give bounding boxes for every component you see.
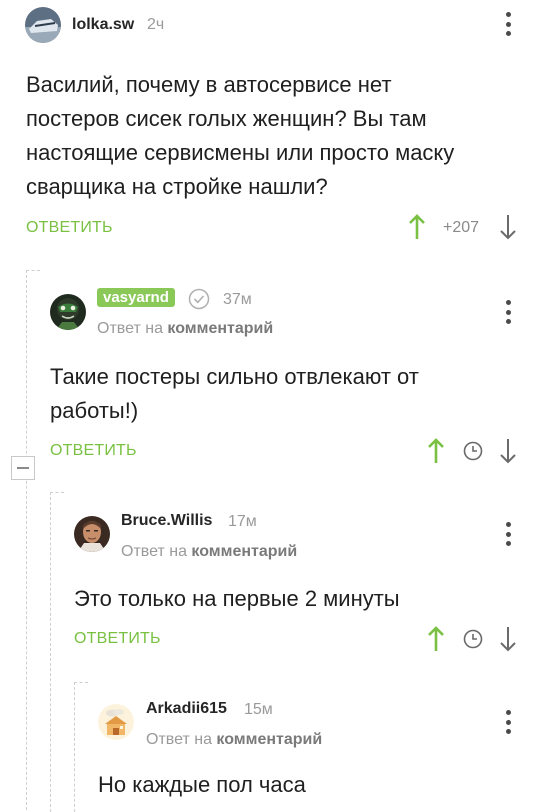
- more-options-icon[interactable]: [505, 300, 511, 324]
- username[interactable]: lolka.sw: [72, 16, 134, 34]
- more-options-icon[interactable]: [505, 710, 511, 734]
- username[interactable]: vasyarnd: [97, 288, 175, 307]
- downvote-arrow-icon[interactable]: [499, 214, 517, 240]
- more-options-icon[interactable]: [505, 12, 511, 36]
- collapse-thread-button[interactable]: [11, 456, 35, 480]
- comment-time: 2ч: [147, 16, 165, 33]
- reply-to-target[interactable]: комментарий: [167, 320, 273, 337]
- reply-to-prefix: Ответ на: [146, 731, 212, 748]
- thread-line-level2: [50, 492, 51, 812]
- car-avatar-icon[interactable]: [25, 7, 61, 43]
- text-line: Но каждые пол часа: [98, 772, 306, 797]
- text-line: постеров сисек голых женщин? Вы там: [26, 106, 427, 131]
- house-avatar-icon[interactable]: [98, 704, 134, 740]
- upvote-arrow-icon[interactable]: [408, 214, 426, 240]
- comment-time: 15м: [244, 701, 273, 718]
- more-options-icon[interactable]: [505, 522, 511, 546]
- reply-to-prefix: Ответ на: [97, 320, 163, 337]
- upvote-arrow-icon[interactable]: [427, 438, 445, 464]
- username[interactable]: Arkadii615: [146, 700, 227, 718]
- thread-branch-level3: [74, 682, 88, 683]
- thread-branch-level2: [50, 492, 64, 493]
- text-line: настоящие сервисмены или просто маску: [26, 140, 455, 165]
- mask-avatar-icon[interactable]: [50, 294, 86, 330]
- reply-button[interactable]: ОТВЕТИТЬ: [74, 630, 161, 648]
- reply-to-link[interactable]: Ответ на комментарий: [121, 543, 297, 561]
- comment-text: Но каждые пол часа: [98, 768, 520, 802]
- username[interactable]: Bruce.Willis: [121, 512, 212, 530]
- clock-icon[interactable]: [463, 629, 483, 649]
- text-line: Это только на первые 2 минуты: [74, 586, 400, 611]
- reply-to-target[interactable]: комментарий: [216, 731, 322, 748]
- thread-line-level3: [74, 682, 75, 812]
- clock-icon[interactable]: [463, 441, 483, 461]
- minus-icon: [17, 467, 29, 469]
- comment-text: Это только на первые 2 минуты: [74, 582, 520, 616]
- reply-to-prefix: Ответ на: [121, 543, 187, 560]
- text-line: сварщика на стройке нашли?: [26, 174, 328, 199]
- upvote-arrow-icon[interactable]: [427, 626, 445, 652]
- text-line: Василий, почему в автосервисе нет: [26, 72, 392, 97]
- reply-to-link[interactable]: Ответ на комментарий: [97, 320, 273, 338]
- thread-line-level1: [26, 270, 27, 810]
- downvote-arrow-icon[interactable]: [499, 438, 517, 464]
- comment-time: 17м: [228, 513, 257, 530]
- reply-to-target[interactable]: комментарий: [191, 543, 297, 560]
- reply-button[interactable]: ОТВЕТИТЬ: [26, 219, 113, 237]
- comment-time: 37м: [223, 291, 252, 308]
- downvote-arrow-icon[interactable]: [499, 626, 517, 652]
- comment-text: Василий, почему в автосервисе нет постер…: [26, 68, 526, 204]
- rating-score: +207: [443, 219, 480, 236]
- verified-check-icon: [188, 288, 210, 310]
- reply-button[interactable]: ОТВЕТИТЬ: [50, 442, 137, 460]
- text-line: работы!): [50, 398, 139, 423]
- comment-text: Такие постеры сильно отвлекают от работы…: [50, 360, 520, 428]
- thread-branch-level1: [26, 270, 40, 271]
- reply-to-link[interactable]: Ответ на комментарий: [146, 731, 322, 749]
- text-line: Такие постеры сильно отвлекают от: [50, 364, 419, 389]
- portrait-avatar-icon[interactable]: [74, 516, 110, 552]
